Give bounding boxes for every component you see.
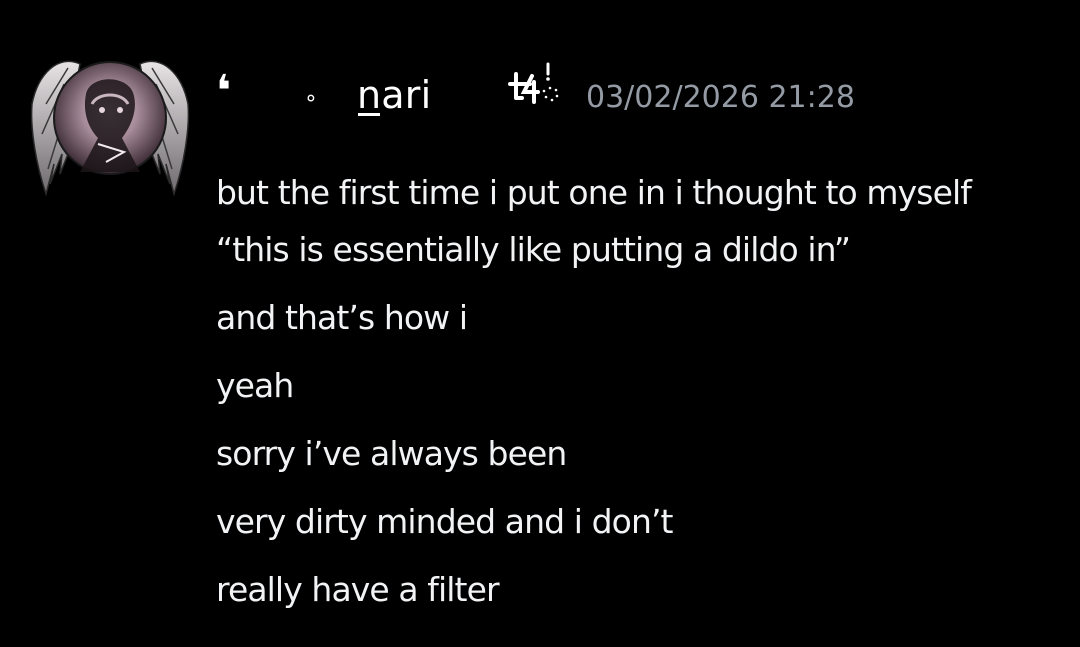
winged-avatar-icon bbox=[30, 60, 190, 197]
message-line: sorry i’ve always been bbox=[216, 434, 567, 473]
message-line: yeah bbox=[216, 366, 294, 405]
prefix-glyph: ❛ bbox=[216, 66, 232, 117]
sparkle-tag-icon[interactable] bbox=[506, 60, 562, 108]
message-line: and that’s how i bbox=[216, 298, 468, 337]
message-timestamp[interactable]: 03/02/2026 21:28 bbox=[586, 80, 855, 116]
message-header: ❛ ∘ nari 03/02/2026 21:28 bbox=[216, 62, 1056, 126]
username-initial: n bbox=[357, 73, 382, 117]
chat-message: ❛ ∘ nari 03/02/2026 21:28 but the first … bbox=[0, 0, 1080, 647]
username-rest: ari bbox=[381, 73, 432, 117]
username[interactable]: nari bbox=[357, 72, 431, 118]
message-line: “this is essentially like putting a dild… bbox=[216, 230, 851, 269]
ring-glyph: ∘ bbox=[304, 86, 318, 111]
message-line: really have a filter bbox=[216, 570, 500, 609]
avatar[interactable] bbox=[28, 34, 192, 198]
message-line: very dirty minded and i don’t bbox=[216, 502, 673, 541]
message-content: but the first time i put one in i though… bbox=[216, 164, 1056, 618]
message-line: but the first time i put one in i though… bbox=[216, 173, 972, 212]
